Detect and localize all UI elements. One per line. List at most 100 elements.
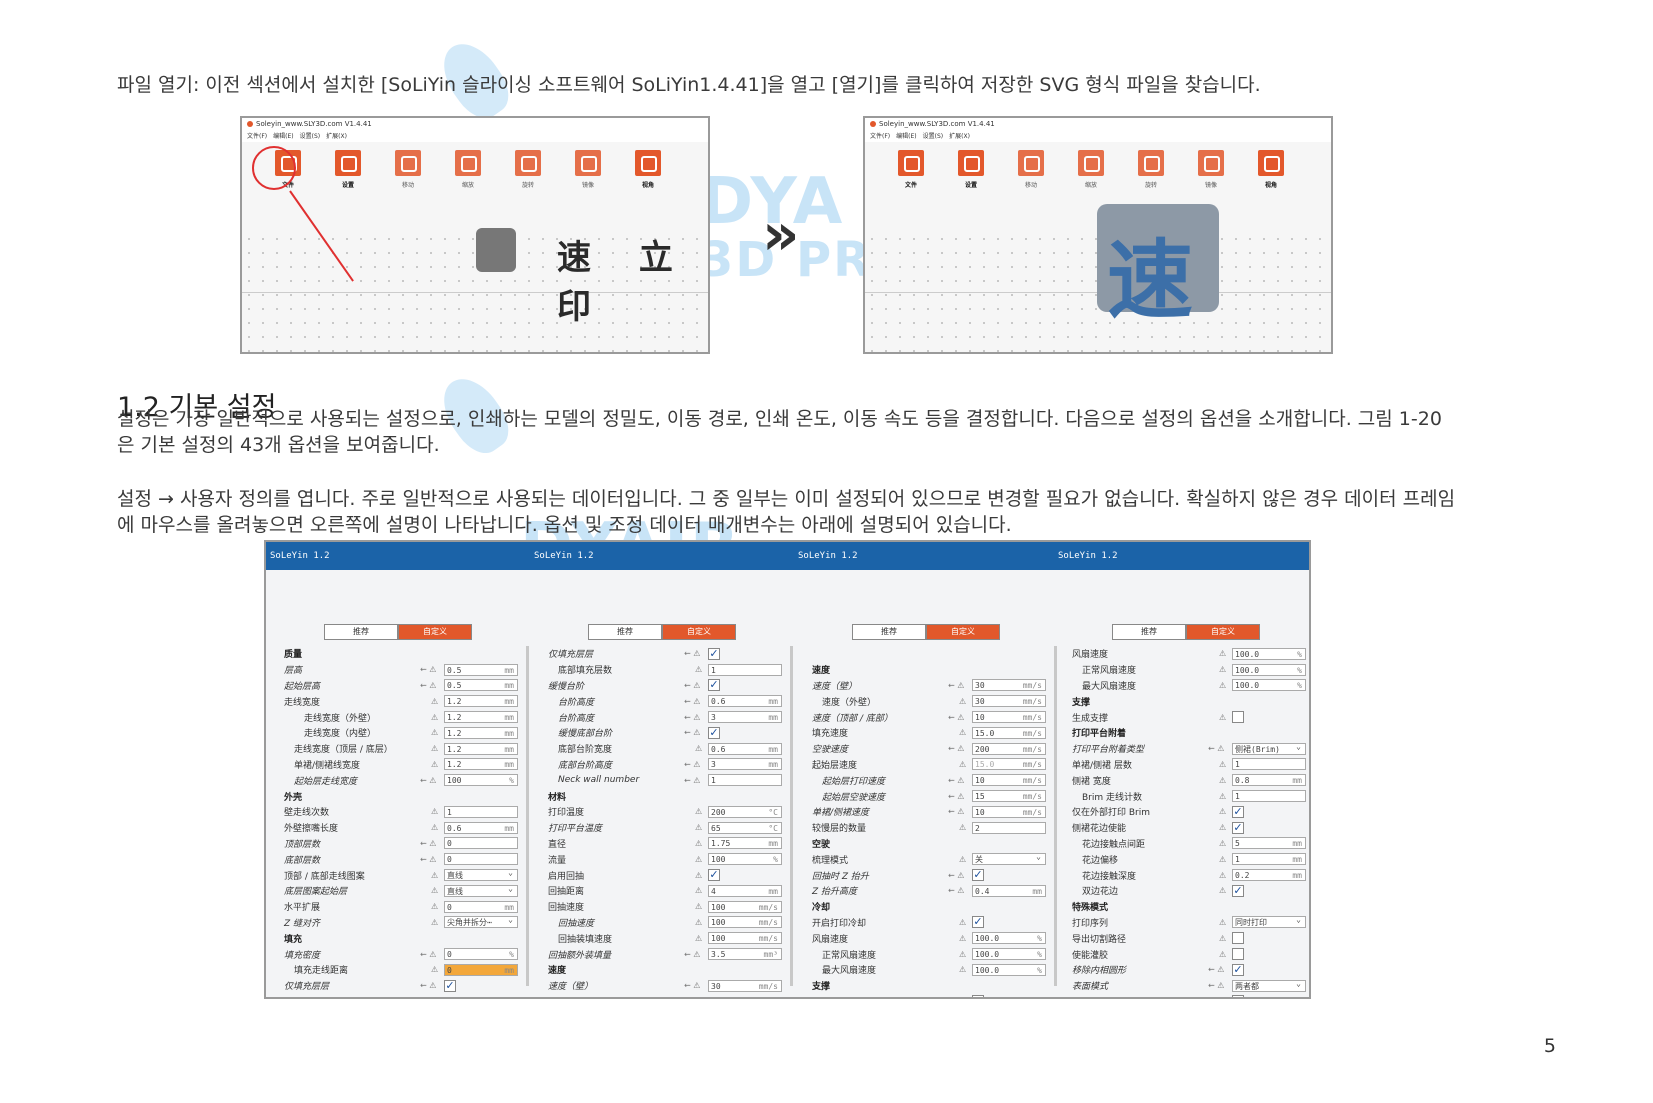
warning-icon[interactable]: ⚠: [695, 902, 702, 911]
warning-icon[interactable]: ⚠: [431, 713, 438, 722]
toolbar-button[interactable]: 镜像: [1181, 150, 1241, 189]
warning-icon[interactable]: ⚠: [1219, 886, 1226, 895]
warning-icon[interactable]: ⚠: [695, 886, 702, 895]
link-warning-icon[interactable]: ⇜ ⚠: [1208, 744, 1224, 753]
link-warning-icon[interactable]: ⇜ ⚠: [948, 744, 964, 753]
setting-input[interactable]: 0.6 mm: [708, 742, 782, 755]
warning-icon[interactable]: ⚠: [431, 871, 438, 880]
setting-input[interactable]: 0.6 mm: [444, 821, 518, 834]
tab-custom[interactable]: 自定义: [398, 624, 472, 640]
setting-checkbox[interactable]: ✓: [444, 979, 456, 992]
warning-icon[interactable]: ⚠: [431, 823, 438, 832]
setting-select[interactable]: 两者都: [1232, 978, 1306, 992]
warning-icon[interactable]: ⚠: [959, 997, 966, 998]
toolbar-button[interactable]: 视角: [618, 150, 678, 189]
warning-icon[interactable]: ⚠: [695, 918, 702, 927]
setting-input[interactable]: 100%: [444, 774, 518, 787]
setting-checkbox[interactable]: ✓: [708, 726, 720, 739]
warning-icon[interactable]: ⚠: [959, 823, 966, 832]
setting-input[interactable]: 0.8 mm: [1232, 774, 1306, 787]
setting-input[interactable]: 3 mm: [708, 711, 782, 724]
setting-checkbox[interactable]: ✓: [1232, 963, 1244, 976]
warning-icon[interactable]: ⚠: [431, 918, 438, 927]
toolbar-button[interactable]: 视角: [1241, 150, 1301, 189]
warning-icon[interactable]: ⚠: [431, 807, 438, 816]
tab-recommended[interactable]: 推荐: [588, 624, 662, 640]
setting-input[interactable]: 1 mm: [1232, 853, 1306, 866]
link-warning-icon[interactable]: ⇜ ⚠: [948, 807, 964, 816]
tab-recommended[interactable]: 推荐: [324, 624, 398, 640]
setting-input[interactable]: 0 mm: [444, 963, 518, 976]
warning-icon[interactable]: ⚠: [695, 855, 702, 864]
setting-input[interactable]: 0: [444, 837, 518, 850]
warning-icon[interactable]: ⚠: [431, 760, 438, 769]
setting-input[interactable]: 65 °C: [708, 821, 782, 834]
setting-checkbox[interactable]: ✓: [972, 916, 984, 929]
warning-icon[interactable]: ⚠: [1219, 665, 1226, 674]
setting-input[interactable]: 100.0%: [972, 948, 1046, 961]
setting-input[interactable]: 30 mm/s: [972, 679, 1046, 692]
link-warning-icon[interactable]: ⇜ ⚠: [420, 981, 436, 990]
warning-icon[interactable]: ⚠: [1219, 855, 1226, 864]
link-warning-icon[interactable]: ⇜ ⚠: [684, 760, 700, 769]
setting-checkbox[interactable]: [1232, 948, 1244, 961]
setting-input[interactable]: 100.0%: [1232, 663, 1306, 676]
setting-input[interactable]: 100%: [708, 853, 782, 866]
link-warning-icon[interactable]: ⇜ ⚠: [1208, 981, 1224, 990]
warning-icon[interactable]: ⚠: [431, 728, 438, 737]
toolbar-button[interactable]: 设置: [941, 150, 1001, 189]
toolbar-button[interactable]: 设置: [318, 150, 378, 189]
setting-input[interactable]: 100.0%: [972, 963, 1046, 976]
warning-icon[interactable]: ⚠: [1219, 823, 1226, 832]
scrollbar[interactable]: [790, 646, 793, 986]
setting-checkbox[interactable]: ✓: [708, 647, 720, 660]
link-warning-icon[interactable]: ⇜ ⚠: [948, 886, 964, 895]
setting-input[interactable]: 4 mm: [708, 884, 782, 897]
warning-icon[interactable]: ⚠: [695, 871, 702, 880]
link-warning-icon[interactable]: ⇜ ⚠: [420, 855, 436, 864]
scrollbar[interactable]: [526, 646, 529, 986]
link-warning-icon[interactable]: ⇜ ⚠: [684, 697, 700, 706]
toolbar-button[interactable]: 旋转: [498, 150, 558, 189]
setting-input[interactable]: 1.2 mm: [444, 711, 518, 724]
setting-checkbox[interactable]: [1232, 995, 1244, 997]
link-warning-icon[interactable]: ⇜ ⚠: [420, 839, 436, 848]
warning-icon[interactable]: ⚠: [1219, 871, 1226, 880]
setting-input[interactable]: 0.5 mm: [444, 663, 518, 676]
menu-item[interactable]: 扩展(X): [326, 133, 347, 140]
warning-icon[interactable]: ⚠: [959, 934, 966, 943]
setting-input[interactable]: 2: [972, 821, 1046, 834]
toolbar-button[interactable]: 文件: [881, 150, 941, 189]
link-warning-icon[interactable]: ⇜ ⚠: [684, 981, 700, 990]
menu-item[interactable]: 编辑(E): [896, 133, 916, 140]
menu-item[interactable]: 扩展(X): [949, 133, 970, 140]
warning-icon[interactable]: ⚠: [959, 918, 966, 927]
warning-icon[interactable]: ⚠: [695, 839, 702, 848]
link-warning-icon[interactable]: ⇜ ⚠: [948, 776, 964, 785]
warning-icon[interactable]: ⚠: [1219, 649, 1226, 658]
warning-icon[interactable]: ⚠: [1219, 776, 1226, 785]
setting-select[interactable]: 尖角并拆分⋯: [444, 914, 518, 929]
warning-icon[interactable]: ⚠: [695, 934, 702, 943]
menu-item[interactable]: 设置(S): [300, 133, 321, 140]
warning-icon[interactable]: ⚠: [959, 760, 966, 769]
link-warning-icon[interactable]: ⇜ ⚠: [684, 776, 700, 785]
menu-item[interactable]: 编辑(E): [273, 133, 293, 140]
setting-select[interactable]: 同时打印: [1232, 914, 1306, 929]
setting-input[interactable]: 10 mm/s: [972, 774, 1046, 787]
warning-icon[interactable]: ⚠: [959, 855, 966, 864]
toolbar-button[interactable]: 镜像: [558, 150, 618, 189]
toolbar-button[interactable]: 缩放: [438, 150, 498, 189]
toolbar-button[interactable]: 移动: [378, 150, 438, 189]
tab-recommended[interactable]: 推荐: [852, 624, 926, 640]
setting-input[interactable]: 10 mm/s: [972, 805, 1046, 818]
setting-input[interactable]: 0.4 mm: [972, 884, 1046, 897]
setting-input[interactable]: 100.0%: [1232, 647, 1306, 660]
setting-input[interactable]: 0.5 mm: [444, 679, 518, 692]
link-warning-icon[interactable]: ⇜ ⚠: [1208, 965, 1224, 974]
setting-input[interactable]: 1.2 mm: [444, 695, 518, 708]
setting-input[interactable]: 1: [708, 774, 782, 787]
warning-icon[interactable]: ⚠: [431, 697, 438, 706]
setting-input[interactable]: 10 mm/s: [972, 711, 1046, 724]
setting-checkbox[interactable]: ✓: [708, 869, 720, 882]
